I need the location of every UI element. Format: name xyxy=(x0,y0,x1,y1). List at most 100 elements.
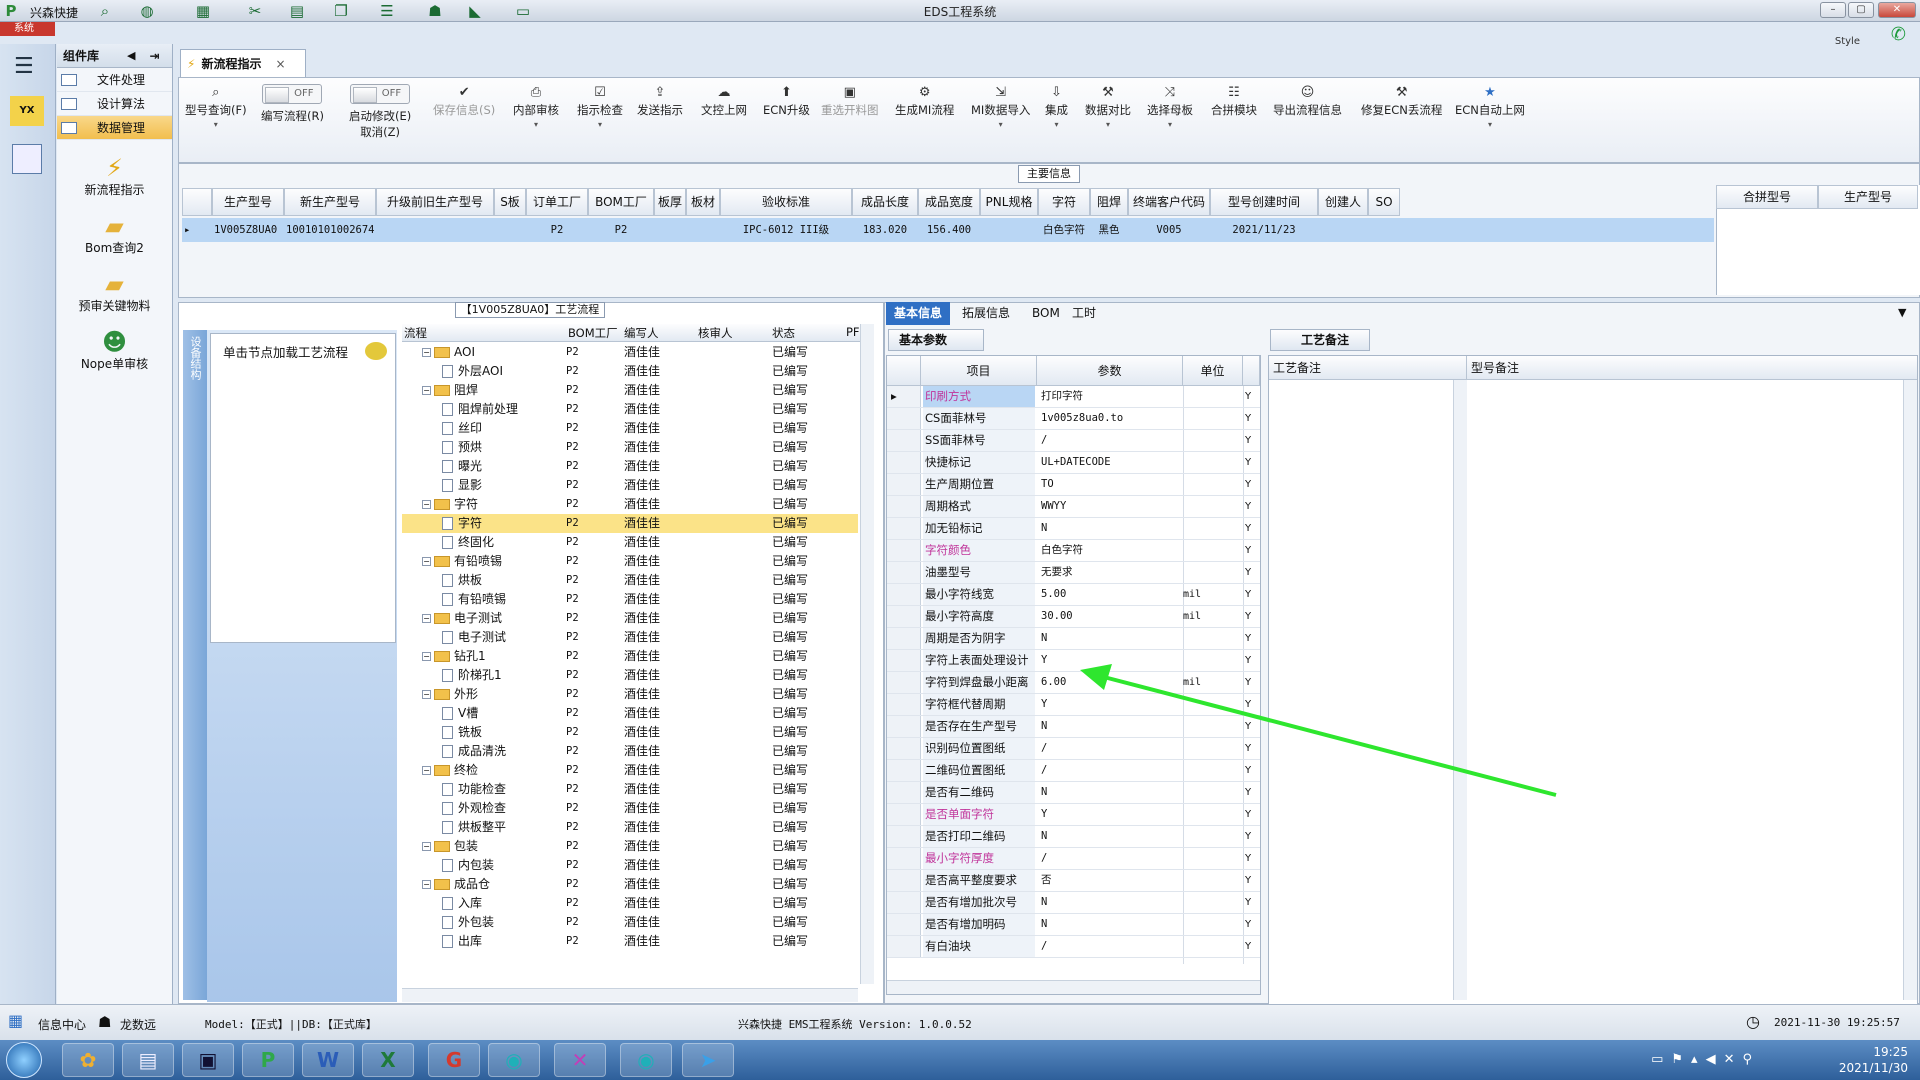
main-cell[interactable]: 183.020 xyxy=(854,220,916,241)
row-header[interactable] xyxy=(887,452,921,473)
flow-node[interactable]: 丝印 xyxy=(442,419,482,438)
taskbar-word-icon[interactable]: W xyxy=(302,1043,354,1077)
main-col-header[interactable]: 板厚 xyxy=(654,188,686,216)
param-value[interactable]: / xyxy=(1039,848,1047,869)
doc-control-button[interactable]: ☁ 文控上网 xyxy=(701,84,747,118)
model-remark-input[interactable] xyxy=(1467,380,1903,1000)
flow-tree-row[interactable]: − 终检 P2 酒佳佳 已编写 xyxy=(402,761,858,780)
main-cell[interactable]: P2 xyxy=(590,220,652,241)
main-col-header[interactable]: 型号创建时间 xyxy=(1210,188,1318,216)
col-unit[interactable]: 单位 xyxy=(1183,356,1243,386)
row-header[interactable] xyxy=(887,496,921,517)
main-col-header[interactable]: 板材 xyxy=(686,188,720,216)
style-label[interactable]: Style xyxy=(1835,36,1860,47)
main-cell[interactable]: V005 xyxy=(1130,220,1208,241)
flow-tree-row[interactable]: − 字符 P2 酒佳佳 已编写 xyxy=(402,495,858,514)
taskbar-x-icon[interactable]: ✕ xyxy=(554,1043,606,1077)
collapse-icon[interactable]: − xyxy=(422,842,431,851)
flow-node[interactable]: V槽 xyxy=(442,704,478,723)
param-value[interactable]: N xyxy=(1039,716,1047,737)
row-header[interactable] xyxy=(887,430,921,451)
main-col-header[interactable]: 阻焊 xyxy=(1090,188,1128,216)
param-value[interactable]: Y xyxy=(1039,650,1047,671)
param-value[interactable]: 否 xyxy=(1039,870,1052,891)
row-header[interactable] xyxy=(887,738,921,759)
device-structure-tab[interactable]: 设备结构 xyxy=(183,330,207,1000)
maximize-button[interactable]: ▢ xyxy=(1848,2,1874,18)
param-value[interactable]: N xyxy=(1039,628,1047,649)
main-cell[interactable] xyxy=(656,220,684,241)
flow-node[interactable]: 电子测试 xyxy=(442,628,506,647)
row-header[interactable] xyxy=(887,760,921,781)
flow-tree-hscrollbar[interactable] xyxy=(402,988,858,1002)
collapse-icon[interactable]: − xyxy=(422,557,431,566)
params-hscrollbar[interactable] xyxy=(887,980,1260,994)
collapse-icon[interactable]: − xyxy=(422,614,431,623)
dropdown-icon[interactable]: ▾ xyxy=(577,120,623,129)
param-value[interactable]: Y xyxy=(1039,804,1047,825)
main-cell[interactable]: 2021/11/23 xyxy=(1212,220,1316,241)
flow-tree-row[interactable]: 阻焊前处理 P2 酒佳佳 已编写 xyxy=(402,400,858,419)
flow-tree-row[interactable]: − 电子测试 P2 酒佳佳 已编写 xyxy=(402,609,858,628)
row-header[interactable] xyxy=(887,562,921,583)
flow-node[interactable]: 预烘 xyxy=(442,438,482,457)
send-instruction-button[interactable]: ⇪ 发送指示 xyxy=(637,84,683,118)
flow-tree-vscrollbar[interactable] xyxy=(860,324,874,984)
flow-tree-row[interactable]: − 钻孔1 P2 酒佳佳 已编写 xyxy=(402,647,858,666)
collapse-icon[interactable]: − xyxy=(422,348,431,357)
calendar-icon[interactable] xyxy=(12,144,42,174)
param-value[interactable]: N xyxy=(1039,892,1047,913)
mi-import-button[interactable]: ⇲ MI数据导入 ▾ xyxy=(971,84,1030,129)
flow-node[interactable]: 显影 xyxy=(442,476,482,495)
param-value[interactable]: 白色字符 xyxy=(1039,540,1083,561)
flow-node[interactable]: − 字符 xyxy=(422,495,478,514)
main-col-header[interactable]: PNL规格 xyxy=(980,188,1038,216)
flow-hint-box[interactable]: 单击节点加载工艺流程 xyxy=(210,333,396,643)
main-col-header[interactable]: SO xyxy=(1368,188,1400,216)
flow-node[interactable]: 内包装 xyxy=(442,856,494,875)
param-value[interactable]: N xyxy=(1039,826,1047,847)
col-bom-factory[interactable]: BOM工厂 xyxy=(568,325,618,341)
row-header[interactable] xyxy=(887,650,921,671)
main-cell[interactable] xyxy=(1320,220,1366,241)
integrate-button[interactable]: ⇩ 集成 ▾ xyxy=(1045,84,1068,129)
main-cell[interactable]: IPC-6012 III级 xyxy=(722,220,850,241)
dropdown-icon[interactable]: ▾ xyxy=(971,120,1030,129)
prereview-item[interactable]: ▰ 预审关键物料 xyxy=(57,260,172,314)
main-cell[interactable]: 156.400 xyxy=(920,220,978,241)
param-value[interactable]: N xyxy=(1039,782,1047,803)
flow-tree-row[interactable]: 阶梯孔1 P2 酒佳佳 已编写 xyxy=(402,666,858,685)
flow-node[interactable]: 阶梯孔1 xyxy=(442,666,502,685)
param-row[interactable]: ▸ 印刷方式 打印字符 Y xyxy=(887,386,1260,408)
param-row[interactable]: 最小字符高度 30.00 mil Y xyxy=(887,606,1260,628)
param-value[interactable]: 6.00 xyxy=(1039,672,1066,693)
row-header[interactable] xyxy=(887,870,921,891)
main-cell[interactable] xyxy=(688,220,718,241)
col-pf[interactable]: PF xyxy=(846,325,860,339)
param-value[interactable]: TO xyxy=(1039,474,1054,495)
flow-tree-row[interactable]: − 外形 P2 酒佳佳 已编写 xyxy=(402,685,858,704)
flow-tree-row[interactable]: 丝印 P2 酒佳佳 已编写 xyxy=(402,419,858,438)
nope-review-item[interactable]: ☻ Nope单审核 xyxy=(57,318,172,372)
param-row[interactable]: 是否有增加批次号 N Y xyxy=(887,892,1260,914)
taskbar-save-icon[interactable]: ▣ xyxy=(182,1043,234,1077)
flow-node[interactable]: 烘板 xyxy=(442,571,482,590)
flow-tree-row[interactable]: 外层AOI P2 酒佳佳 已编写 xyxy=(402,362,858,381)
param-row[interactable]: 加无铅标记 N Y xyxy=(887,518,1260,540)
param-row[interactable]: 识别码位置图纸 / Y xyxy=(887,738,1260,760)
new-flow-item[interactable]: ⚡ 新流程指示 xyxy=(57,144,172,198)
row-header[interactable] xyxy=(887,606,921,627)
param-value[interactable]: / xyxy=(1039,760,1047,781)
data-compare-button[interactable]: ⚒ 数据对比 ▾ xyxy=(1085,84,1131,129)
param-row[interactable]: 是否有增加明码 N Y xyxy=(887,914,1260,936)
flow-tree-row[interactable]: 烘板 P2 酒佳佳 已编写 xyxy=(402,571,858,590)
main-col-header[interactable]: 创建人 xyxy=(1318,188,1368,216)
start-edit-toggle[interactable]: OFF 启动修改(E) 取消(Z) xyxy=(349,84,411,140)
row-header[interactable] xyxy=(887,782,921,803)
param-value[interactable]: N xyxy=(1039,518,1047,539)
dropdown-icon[interactable]: ▾ xyxy=(513,120,559,129)
main-col-header[interactable]: 新生产型号 xyxy=(284,188,376,216)
main-cell[interactable] xyxy=(1370,220,1398,241)
param-row[interactable]: 快捷标记 UL+DATECODE Y xyxy=(887,452,1260,474)
flow-tree-row[interactable]: 铣板 P2 酒佳佳 已编写 xyxy=(402,723,858,742)
